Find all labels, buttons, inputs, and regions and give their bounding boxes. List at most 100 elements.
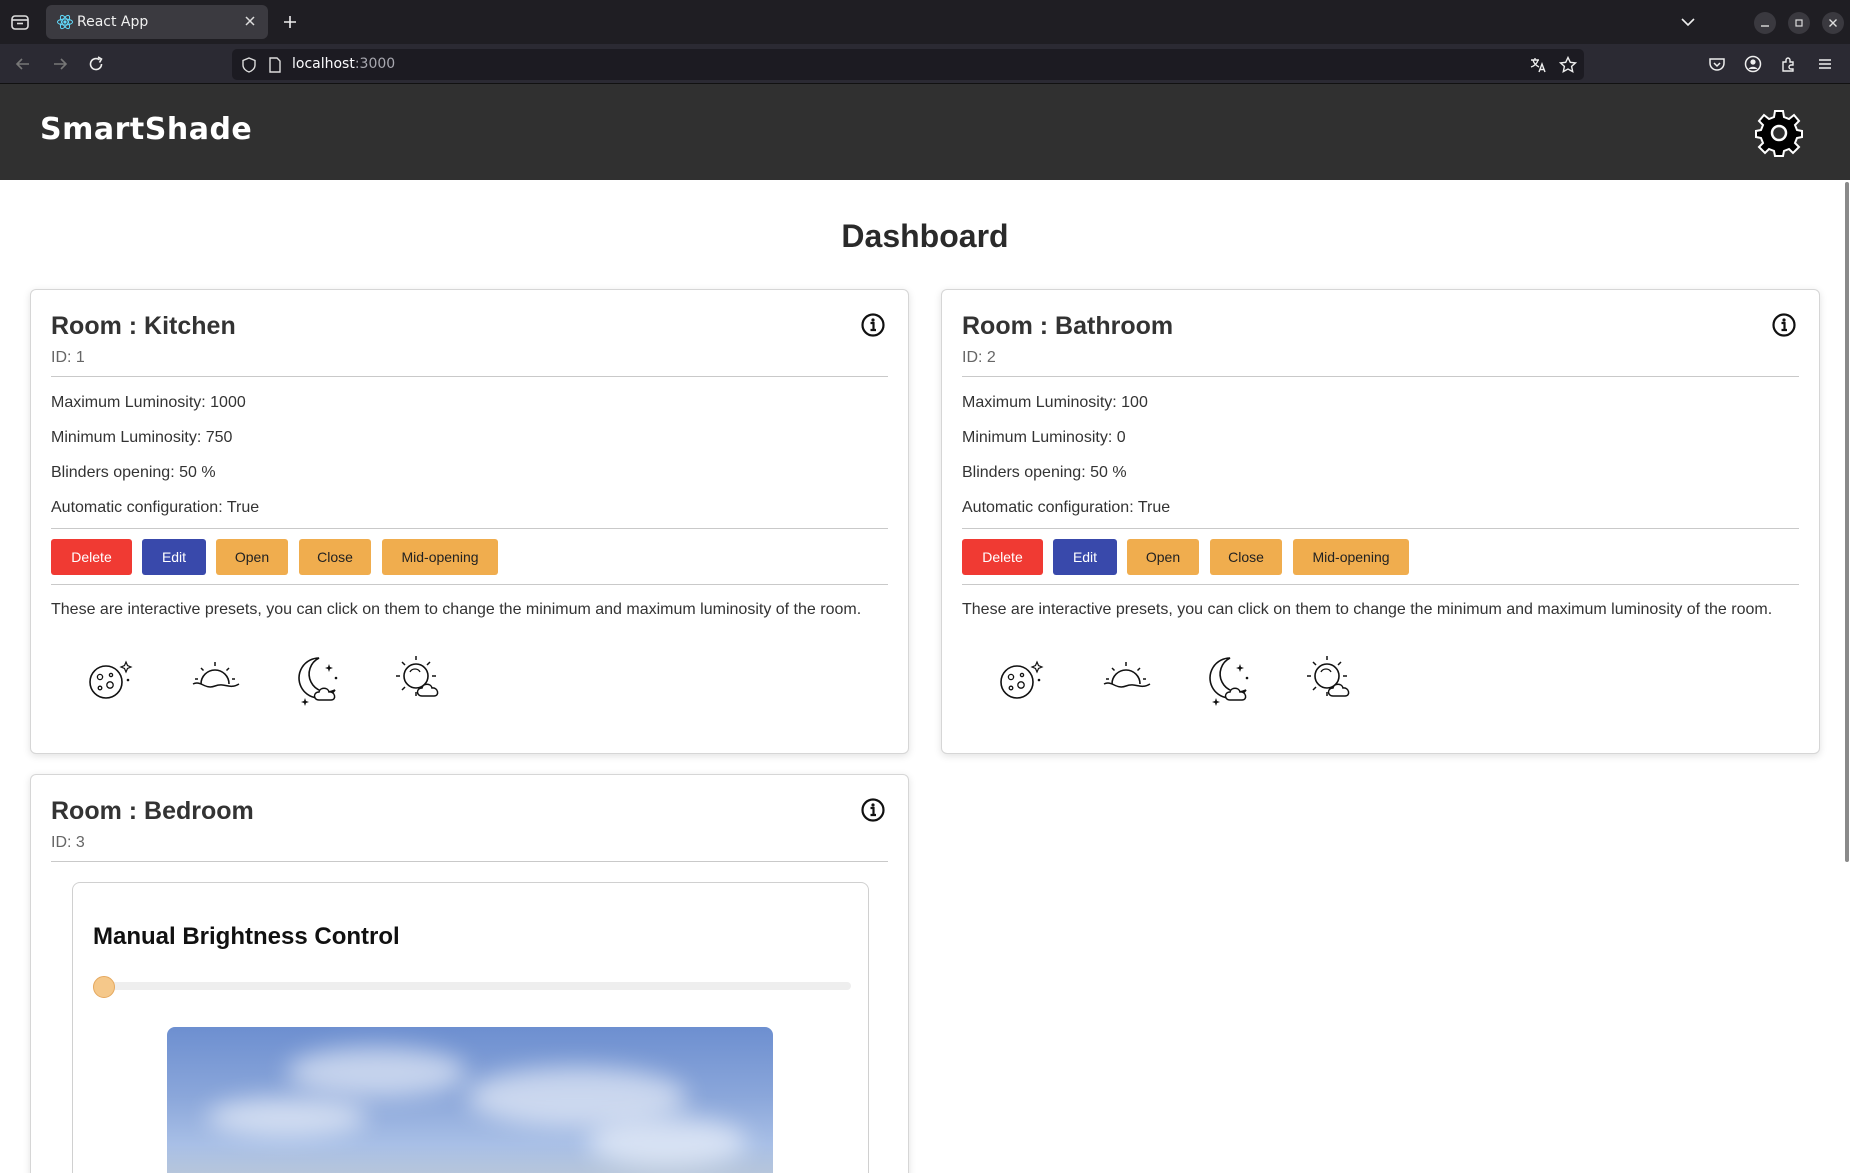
tab-list-icon[interactable]	[9, 11, 31, 33]
close-window-icon	[1829, 19, 1837, 27]
crescent-moon-cloud-icon	[1209, 657, 1249, 706]
browser-tab-bar: React App	[0, 0, 1850, 44]
partly-cloudy-sun-icon	[396, 656, 439, 697]
app-header: SmartShade	[0, 84, 1850, 180]
info-icon[interactable]	[860, 797, 886, 823]
min-value: 750	[205, 429, 233, 446]
delete-button[interactable]: Delete	[962, 539, 1043, 575]
room-title: Room : Bathroom	[962, 312, 1173, 341]
url-host: localhost	[292, 56, 355, 72]
mid-opening-button[interactable]: Mid-opening	[1293, 539, 1409, 575]
sunrise-icon	[192, 662, 240, 688]
max-value: 1000	[210, 394, 246, 411]
auto-label: Automatic configuration:	[962, 499, 1138, 516]
automatic-configuration: Automatic configuration: True	[51, 499, 259, 517]
divider	[962, 376, 1799, 377]
minimize-button[interactable]	[1754, 12, 1776, 34]
info-icon[interactable]	[860, 312, 886, 338]
cloud-shape	[287, 1047, 467, 1097]
sky-preview-image	[167, 1027, 773, 1173]
divider	[962, 584, 1799, 585]
chevron-down-icon[interactable]	[1678, 12, 1698, 32]
room-id: ID: 3	[51, 834, 85, 852]
manual-brightness-panel: Manual Brightness Control	[72, 882, 869, 1173]
max-value: 100	[1121, 394, 1148, 411]
min-label: Minimum Luminosity:	[51, 429, 206, 446]
account-icon[interactable]	[1743, 54, 1763, 74]
preset-night[interactable]	[991, 650, 1047, 706]
room-name: Bathroom	[1055, 312, 1174, 340]
id-value: 1	[75, 349, 85, 366]
preset-moon-cloud[interactable]	[1200, 650, 1256, 706]
info-icon[interactable]	[1771, 312, 1797, 338]
gear-icon[interactable]	[1752, 106, 1806, 160]
browser-tab[interactable]: React App	[46, 5, 268, 39]
room-prefix: Room :	[51, 312, 145, 340]
open-button[interactable]: Open	[1127, 539, 1199, 575]
room-name: Bedroom	[144, 797, 254, 825]
edit-button[interactable]: Edit	[142, 539, 206, 575]
opening-unit: %	[1107, 464, 1127, 481]
restore-button[interactable]	[1788, 12, 1810, 34]
room-name: Kitchen	[144, 312, 236, 340]
blinders-opening: Blinders opening: 50 %	[962, 464, 1127, 482]
page-icon[interactable]	[266, 56, 284, 74]
automatic-configuration: Automatic configuration: True	[962, 499, 1170, 517]
night-moon-icon	[89, 660, 133, 699]
id-label: ID:	[51, 834, 76, 851]
preset-partly-cloudy[interactable]	[1301, 650, 1357, 706]
menu-icon[interactable]	[1815, 54, 1835, 74]
cloud-shape	[587, 1117, 747, 1167]
opening-unit: %	[196, 464, 216, 481]
url-bar[interactable]: localhost:3000	[232, 49, 1584, 80]
delete-button[interactable]: Delete	[51, 539, 132, 575]
auto-value: True	[226, 499, 260, 516]
close-tab-icon[interactable]	[242, 13, 258, 29]
room-id: ID: 1	[51, 349, 85, 367]
shield-icon[interactable]	[240, 56, 258, 74]
brightness-slider-thumb[interactable]	[93, 976, 115, 998]
open-button[interactable]: Open	[216, 539, 288, 575]
app-brand[interactable]: SmartShade	[40, 112, 252, 147]
night-moon-icon	[1000, 660, 1044, 699]
id-value: 2	[986, 349, 996, 366]
id-label: ID:	[962, 349, 987, 366]
close-window-button[interactable]	[1822, 12, 1844, 34]
forward-arrow-icon[interactable]	[50, 54, 70, 74]
opening-label: Blinders opening:	[962, 464, 1091, 481]
preset-sunrise[interactable]	[187, 650, 243, 706]
min-label: Minimum Luminosity:	[962, 429, 1117, 446]
manual-brightness-title: Manual Brightness Control	[93, 923, 400, 950]
min-luminosity: Minimum Luminosity: 0	[962, 429, 1126, 447]
divider	[51, 376, 888, 377]
divider	[51, 528, 888, 529]
mid-opening-button[interactable]: Mid-opening	[382, 539, 498, 575]
pocket-icon[interactable]	[1707, 54, 1727, 74]
new-tab-icon[interactable]	[280, 12, 300, 32]
translate-icon[interactable]	[1528, 55, 1548, 75]
room-id: ID: 2	[962, 349, 996, 367]
close-button[interactable]: Close	[299, 539, 371, 575]
min-luminosity: Minimum Luminosity: 750	[51, 429, 232, 447]
preset-moon-cloud[interactable]	[289, 650, 345, 706]
close-button[interactable]: Close	[1210, 539, 1282, 575]
room-prefix: Room :	[962, 312, 1056, 340]
url-text: localhost:3000	[292, 56, 395, 72]
divider	[51, 584, 888, 585]
preset-sunrise[interactable]	[1098, 650, 1154, 706]
back-arrow-icon[interactable]	[13, 54, 33, 74]
preset-partly-cloudy[interactable]	[390, 650, 446, 706]
reload-icon[interactable]	[86, 54, 106, 74]
room-card-bedroom: Room : Bedroom ID: 3 Manual Brightness C…	[30, 774, 909, 1173]
extensions-icon[interactable]	[1779, 54, 1799, 74]
preset-description: These are interactive presets, you can c…	[962, 601, 1773, 618]
auto-label: Automatic configuration:	[51, 499, 227, 516]
page-scrollbar[interactable]	[1845, 182, 1849, 862]
star-icon[interactable]	[1558, 55, 1578, 75]
opening-label: Blinders opening:	[51, 464, 180, 481]
edit-button[interactable]: Edit	[1053, 539, 1117, 575]
auto-value: True	[1137, 499, 1171, 516]
brightness-slider-track[interactable]	[93, 982, 851, 990]
room-prefix: Room :	[51, 797, 145, 825]
preset-night[interactable]	[80, 650, 136, 706]
